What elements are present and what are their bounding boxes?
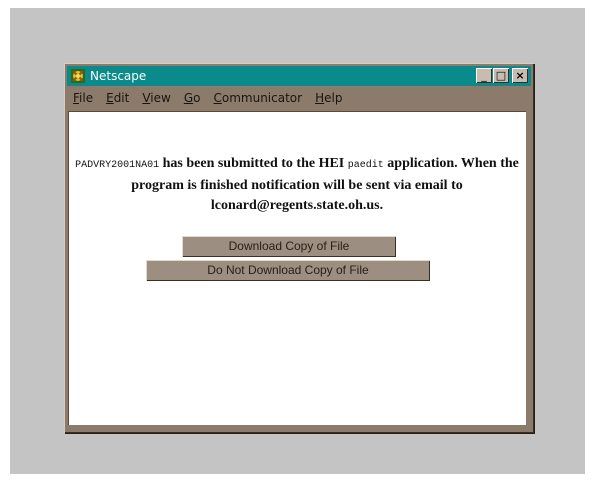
menu-communicator[interactable]: Communicator <box>213 91 302 105</box>
window-title: Netscape <box>90 69 147 83</box>
menu-file[interactable]: File <box>73 91 93 105</box>
window-controls: _ □ × <box>476 68 528 83</box>
netscape-app-icon <box>71 69 85 83</box>
close-button[interactable]: × <box>512 68 528 83</box>
menu-go[interactable]: Go <box>184 91 201 105</box>
minimize-button[interactable]: _ <box>476 68 492 83</box>
menu-edit[interactable]: Edit <box>106 91 129 105</box>
menu-bar: File Edit View Go Communicator Help <box>67 88 531 108</box>
application-name: paedit <box>347 160 384 171</box>
maximize-button[interactable]: □ <box>493 68 509 83</box>
title-bar[interactable]: Netscape _ □ × <box>67 66 531 86</box>
menu-view[interactable]: View <box>142 91 170 105</box>
do-not-download-button[interactable]: Do Not Download Copy of File <box>146 260 430 281</box>
menu-help[interactable]: Help <box>315 91 342 105</box>
submission-message: PADVRY2001NA01 has been submitted to the… <box>68 154 526 216</box>
netscape-window: Netscape _ □ × File Edit View Go Communi… <box>64 63 534 433</box>
submitted-filename: PADVRY2001NA01 <box>75 160 160 171</box>
message-text-part1: has been submitted to the HEI <box>159 156 348 171</box>
page-content: PADVRY2001NA01 has been submitted to the… <box>68 111 526 425</box>
download-copy-button[interactable]: Download Copy of File <box>182 236 396 257</box>
